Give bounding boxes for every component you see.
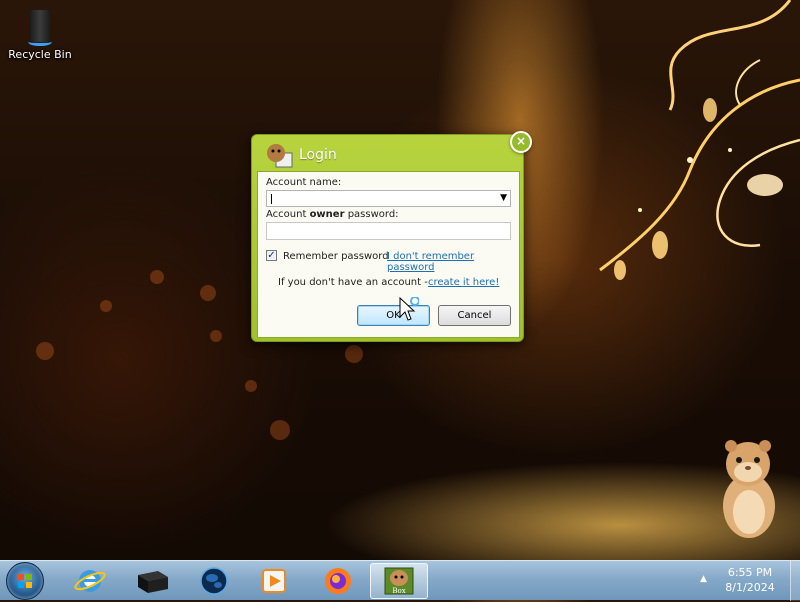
cancel-button[interactable]: Cancel [438,305,511,326]
dropdown-arrow-icon[interactable]: ▼ [500,193,507,203]
black-box-icon [138,571,168,593]
mouse-cursor-busy-icon [399,297,419,321]
taskbar: Box ▲ 6:55 PM 8/1/2024 [0,560,800,601]
show-hidden-icons-arrow[interactable]: ▲ [700,574,707,584]
bokeh-light [36,342,54,360]
clock-date: 8/1/2024 [725,581,775,594]
show-desktop-button[interactable] [790,561,800,601]
bokeh-light [270,420,290,440]
text-caret [271,194,272,204]
box-icon-label: Box [392,587,405,595]
bokeh-light [150,270,164,284]
password-label-bold: owner [309,209,345,220]
desktop-icon-recycle-bin[interactable]: Recycle Bin [6,6,74,61]
golden-swirl-decoration [599,0,800,280]
firefox-icon [325,568,351,594]
taskbar-item-box-app[interactable]: Box [370,563,428,599]
forgot-password-link[interactable]: I don't remember password [387,251,519,273]
taskbar-item-firefox[interactable] [314,563,362,599]
create-account-link[interactable]: create it here! [428,277,499,288]
login-dialog: Login × Account name: ▼ Account owner pa… [251,131,532,342]
no-account-text: If you don't have an account - [278,277,428,288]
clock-time: 6:55 PM [727,566,773,579]
hamster-box-logo-icon [267,144,293,168]
bokeh-light [345,345,363,363]
remember-password-checkbox[interactable]: ✓ [266,250,277,261]
bokeh-light [210,330,222,342]
internet-explorer-icon [74,570,106,592]
recycle-bin-icon [26,6,54,46]
dialog-title: Login [299,147,337,163]
account-name-label: Account name: [266,177,342,188]
globe-icon [200,567,228,595]
account-name-combobox[interactable]: ▼ [266,190,511,207]
desktop-icon-label: Recycle Bin [8,48,72,61]
hamster-box-icon: Box [384,567,414,595]
ok-button[interactable]: OK [357,305,430,326]
start-button[interactable] [6,562,44,600]
media-player-icon [262,569,286,593]
password-label-suffix: password: [344,209,399,220]
hamster-mascot-image [723,440,775,538]
system-clock[interactable]: 6:55 PM 8/1/2024 [714,565,786,595]
password-label: Account owner password: [266,209,399,220]
taskbar-item-media-player[interactable] [250,563,298,599]
bokeh-light [100,300,112,312]
taskbar-item-globe[interactable] [190,563,238,599]
windows-logo-icon [18,574,32,588]
bokeh-light [245,380,257,392]
remember-password-label: Remember password [283,251,389,262]
close-button[interactable]: × [510,131,532,153]
password-field[interactable] [266,222,511,240]
taskbar-item-internet-explorer[interactable] [66,563,114,599]
checkmark-icon: ✓ [267,250,276,261]
taskbar-item-black-box[interactable] [128,563,176,599]
close-icon: × [515,134,527,148]
bokeh-light [200,285,216,301]
password-label-prefix: Account [266,209,310,220]
